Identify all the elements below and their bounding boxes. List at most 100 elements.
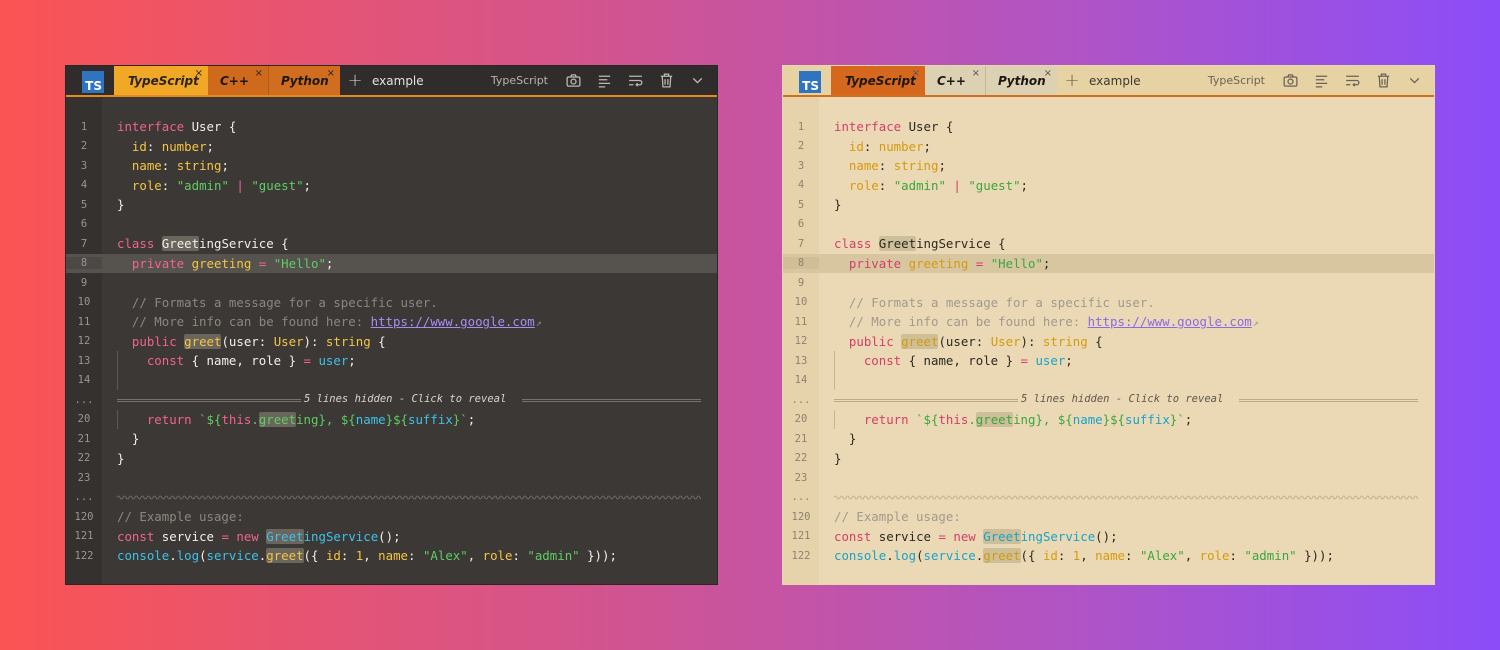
code-line: 7 class GreetingService { <box>783 234 1434 254</box>
code-token: ing}, ${ <box>1013 411 1073 427</box>
code-token: "admin" <box>893 177 946 193</box>
camera-icon[interactable] <box>564 71 583 90</box>
code-token: User <box>273 333 304 349</box>
chevron-down-icon[interactable] <box>688 71 707 90</box>
code-line: 8 private greeting = "Hello"; <box>66 253 717 273</box>
add-tab-button[interactable]: + <box>340 66 370 95</box>
code-window-dark: TS TypeScript × C++ × Python × + example… <box>65 65 718 585</box>
code-line: 5} <box>66 195 717 215</box>
code-token: role <box>1199 548 1230 564</box>
code-line: 4 role: "admin" | "guest"; <box>66 176 717 196</box>
code-link[interactable]: https://www.google.com <box>371 314 535 329</box>
code-line: 122 console.log(service.greet({ id: 1, na… <box>66 546 717 566</box>
code-text: public greet(user: User): string { <box>102 333 386 349</box>
code-token: , <box>467 548 483 564</box>
code-token: // Formats a message for a specific user… <box>834 294 1155 310</box>
hidden-lines-label[interactable]: 5 lines hidden - Click to reveal <box>304 390 506 410</box>
line-number: 14 <box>77 374 91 387</box>
code-text: class GreetingService { <box>102 236 289 252</box>
line-number: 22 <box>77 452 91 465</box>
code-link[interactable]: https://www.google.com <box>1088 314 1252 329</box>
code-line: 13 const { name, role } = user; <box>783 351 1434 371</box>
hidden-lines-row[interactable]: ... 5 lines hidden - Click to reveal <box>783 390 1434 410</box>
tab-cpp[interactable]: C++ × <box>925 66 985 95</box>
language-label[interactable]: TypeScript <box>1208 74 1265 87</box>
code-token: ; <box>1065 353 1073 369</box>
line-number: 7 <box>797 237 805 250</box>
line-number: 4 <box>80 179 88 192</box>
trash-icon[interactable] <box>657 71 676 90</box>
code-token: const <box>834 528 872 544</box>
tab-typescript[interactable]: TypeScript × <box>831 66 925 95</box>
code-token: number <box>878 138 924 154</box>
code-token: : <box>161 158 177 174</box>
code-token: greeting <box>908 255 969 271</box>
add-tab-button[interactable]: + <box>1057 66 1087 95</box>
code-token: interface <box>834 119 902 135</box>
code-token: } <box>117 197 125 213</box>
code-text: role: "admin" | "guest"; <box>819 178 1028 193</box>
chevron-down-icon[interactable] <box>1405 71 1424 90</box>
code-area[interactable]: 1 interface User {2 id: number; 3 name: st… <box>783 97 1434 584</box>
code-token: service <box>871 528 939 544</box>
align-icon[interactable] <box>595 71 614 90</box>
search-highlight: greet <box>184 333 222 349</box>
code-token: console <box>834 548 887 564</box>
code-token: console <box>117 548 170 564</box>
collapsed-section-row: ... <box>66 488 717 508</box>
line-number: ... <box>791 393 811 406</box>
code-text: const service = new GreetingService(); <box>819 528 1118 544</box>
code-token: id <box>131 138 147 154</box>
close-icon[interactable]: × <box>195 68 203 79</box>
toolbar: TypeScript <box>491 66 707 95</box>
code-token: : <box>161 177 177 193</box>
close-icon[interactable]: × <box>255 68 263 79</box>
align-icon[interactable] <box>1312 71 1331 90</box>
tab-cpp[interactable]: C++ × <box>208 66 268 95</box>
code-token: user <box>318 353 349 369</box>
wrap-icon[interactable] <box>1343 71 1362 90</box>
close-icon[interactable]: × <box>327 68 335 79</box>
tab-python[interactable]: Python × <box>985 66 1057 95</box>
code-lines: 1 interface User {2 id: number; 3 name: st… <box>66 117 717 566</box>
toolbar: TypeScript <box>1208 66 1424 95</box>
camera-icon[interactable] <box>1281 71 1300 90</box>
line-number: 122 <box>74 549 94 562</box>
code-text: console.log(service.greet({ id: 1, name:… <box>819 548 1334 564</box>
indent-guide <box>117 409 118 429</box>
file-title: example <box>372 73 424 88</box>
hidden-lines-label[interactable]: 5 lines hidden - Click to reveal <box>1021 390 1223 410</box>
language-label[interactable]: TypeScript <box>491 74 548 87</box>
code-text: name: string; <box>819 158 946 173</box>
code-text: // Formats a message for a specific user… <box>819 295 1155 310</box>
code-token: : <box>146 138 162 154</box>
trash-icon[interactable] <box>1374 71 1393 90</box>
wavy-divider <box>117 494 701 501</box>
code-area[interactable]: 1 interface User {2 id: number; 3 name: st… <box>66 97 717 584</box>
tab-label: C++ <box>937 73 966 88</box>
typescript-logo-icon: TS <box>799 71 821 93</box>
close-icon[interactable]: × <box>972 68 980 79</box>
wrap-icon[interactable] <box>626 71 645 90</box>
code-token: public <box>848 333 894 349</box>
tab-python[interactable]: Python × <box>268 66 340 95</box>
code-text: public greet(user: User): string { <box>819 333 1103 349</box>
code-token: ( <box>199 548 207 564</box>
code-token: name <box>1095 548 1126 564</box>
line-number: 9 <box>80 276 88 289</box>
hidden-lines-row[interactable]: ... 5 lines hidden - Click to reveal <box>66 390 717 410</box>
line-number: ... <box>74 393 94 406</box>
close-icon[interactable]: × <box>912 68 920 79</box>
search-highlight: greet <box>258 411 297 427</box>
code-line: 11 // More info can be found here: https… <box>783 312 1434 332</box>
tab-typescript[interactable]: TypeScript × <box>114 66 208 95</box>
close-icon[interactable]: × <box>1044 68 1052 79</box>
code-token: { <box>370 333 386 349</box>
line-number: 21 <box>794 432 808 445</box>
indent-guide <box>834 370 835 390</box>
code-token: : <box>1229 548 1245 564</box>
